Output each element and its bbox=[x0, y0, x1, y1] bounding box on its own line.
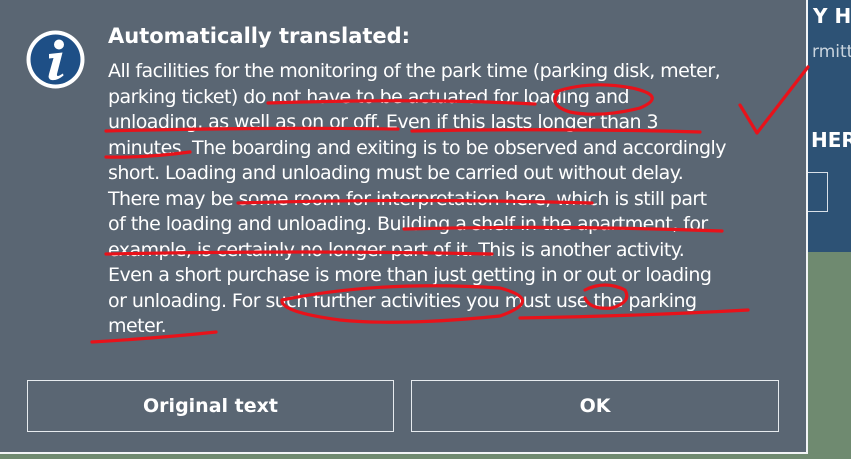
body-line: Even a short purchase is more than just … bbox=[108, 264, 712, 286]
body-line: All facilities for the monitoring of the… bbox=[108, 60, 721, 82]
body-line: short. Loading and unloading must be car… bbox=[108, 162, 684, 184]
body-line: unloading, as well as on or off. Even if… bbox=[108, 111, 659, 133]
background-section-text: HER' bbox=[811, 128, 851, 152]
body-line: of the loading and unloading. Building a… bbox=[108, 213, 708, 235]
body-line: parking ticket) do not have to be actuat… bbox=[108, 85, 630, 108]
body-line: example, is certainly no longer part of … bbox=[108, 238, 685, 261]
body-line: minutes. The boarding and exiting is to … bbox=[108, 136, 727, 159]
body-line: meter. bbox=[108, 315, 167, 337]
body-line: or unloading. For such further activitie… bbox=[108, 289, 697, 312]
original-text-button[interactable]: Original text bbox=[27, 380, 394, 432]
body-line: There may be some room for interpretatio… bbox=[108, 187, 707, 210]
dialog-body: All facilities for the monitoring of the… bbox=[108, 59, 798, 340]
background-header-text: Y HI bbox=[813, 4, 851, 28]
dialog-title: Automatically translated: bbox=[108, 24, 411, 48]
info-icon bbox=[25, 29, 86, 90]
ok-button[interactable]: OK bbox=[411, 380, 779, 432]
background-subtext: rmitt bbox=[812, 42, 851, 62]
translation-dialog: Automatically translated: All facilities… bbox=[0, 0, 808, 454]
